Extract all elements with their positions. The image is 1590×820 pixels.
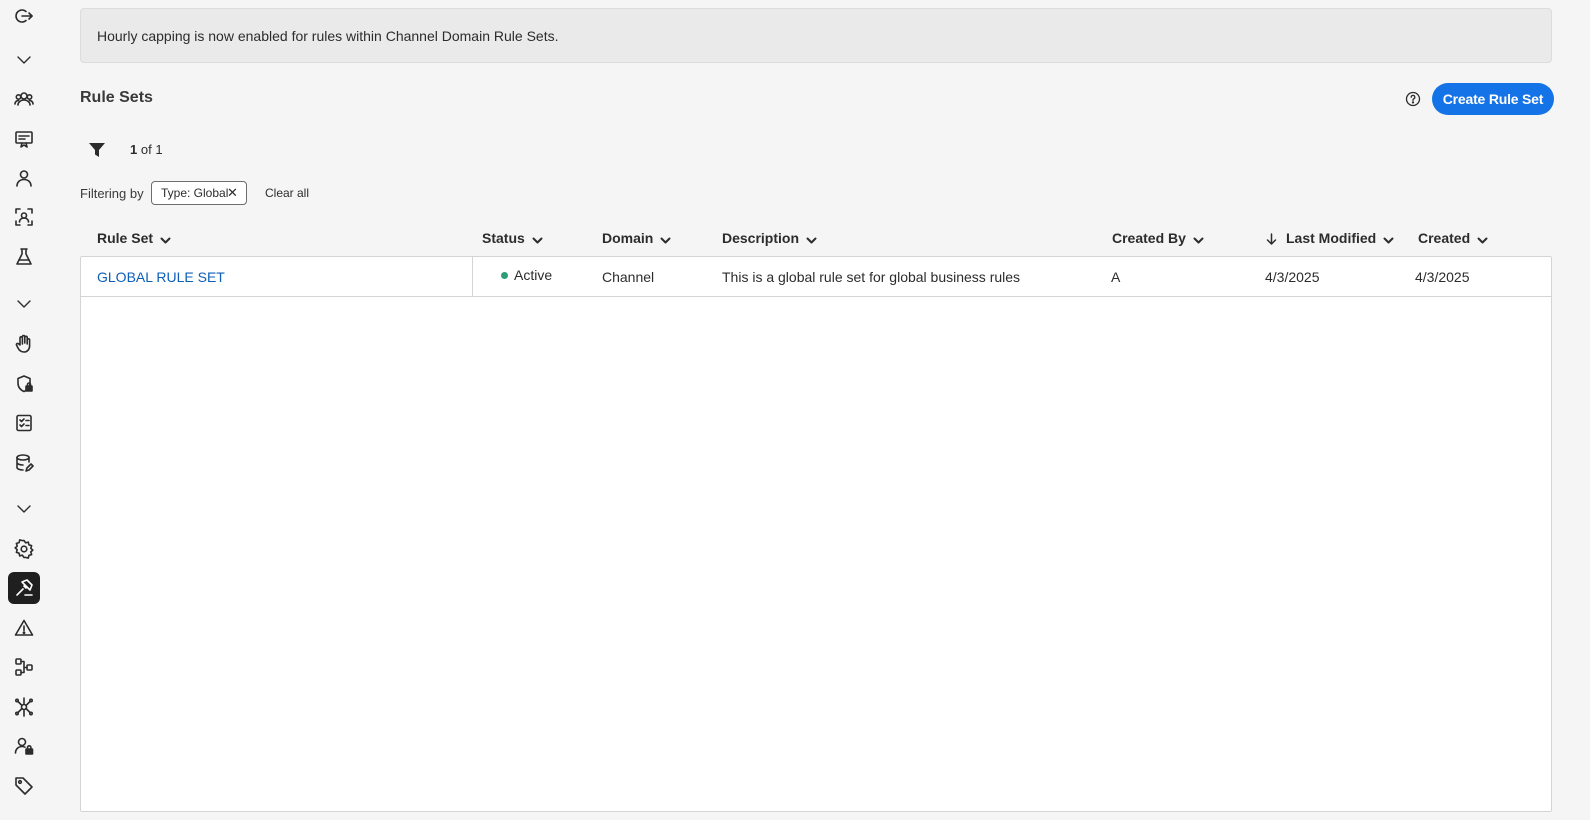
status-text: Active	[514, 267, 553, 283]
consent-icon[interactable]	[8, 328, 40, 360]
description-cell: This is a global rule set for global bus…	[722, 269, 1021, 285]
tags-icon[interactable]	[8, 770, 40, 802]
filter-chip-type-global[interactable]: Type: Global ✕	[151, 181, 247, 205]
audiences-icon[interactable]	[8, 83, 40, 115]
column-header-status[interactable]: Status	[482, 230, 543, 246]
permissions-icon[interactable]	[8, 730, 40, 762]
status-dot	[501, 272, 508, 279]
chevron-down-icon[interactable]	[8, 288, 40, 320]
workflows-icon[interactable]	[8, 651, 40, 683]
column-label: Status	[482, 230, 525, 246]
segments-icon[interactable]	[8, 201, 40, 233]
chevron-down-icon[interactable]	[806, 233, 817, 244]
column-label: Created	[1418, 230, 1471, 246]
chevron-down-icon[interactable]	[1193, 233, 1204, 244]
column-label: Last Modified	[1286, 230, 1377, 246]
column-header-created[interactable]: Created	[1418, 230, 1488, 246]
data-icon[interactable]	[8, 447, 40, 479]
column-header-rule-set[interactable]: Rule Set	[97, 230, 171, 246]
column-label: Rule Set	[97, 230, 154, 246]
last-modified-cell: 4/3/2025	[1265, 269, 1320, 285]
settings-icon[interactable]	[8, 533, 40, 565]
remove-filter-icon[interactable]: ✕	[227, 186, 239, 200]
content-icon[interactable]	[8, 123, 40, 155]
integrations-icon[interactable]	[8, 691, 40, 723]
result-count-total: of 1	[140, 142, 163, 157]
chevron-down-icon[interactable]	[160, 233, 171, 244]
table-header: Rule Set Status Domain Description Creat…	[80, 220, 1552, 256]
filter-chip-label: Type: Global	[161, 186, 229, 200]
experiments-icon[interactable]	[8, 241, 40, 273]
column-header-last-modified[interactable]: Last Modified	[1266, 230, 1394, 246]
chevron-down-icon[interactable]	[1477, 233, 1488, 244]
column-divider	[472, 257, 473, 297]
alerts-icon[interactable]	[8, 612, 40, 644]
created-by-cell: A	[1111, 269, 1121, 285]
rule-sets-table: GLOBAL RULE SET Active Channel This is a…	[80, 256, 1552, 812]
business-rules-icon[interactable]	[8, 572, 40, 604]
left-nav-rail	[0, 0, 48, 820]
column-header-domain[interactable]: Domain	[602, 230, 671, 246]
column-label: Description	[722, 230, 800, 246]
chevron-down-icon[interactable]	[8, 44, 40, 76]
clear-all-button[interactable]: Clear all	[265, 186, 309, 200]
info-banner: Hourly capping is now enabled for rules …	[80, 8, 1552, 63]
column-header-created-by[interactable]: Created By	[1112, 230, 1204, 246]
chevron-down-icon[interactable]	[1383, 233, 1394, 244]
rule-set-name-link[interactable]: GLOBAL RULE SET	[97, 269, 225, 285]
result-count-current: 1	[130, 142, 138, 157]
sort-descending-icon	[1266, 232, 1278, 245]
domain-cell: Channel	[602, 269, 655, 285]
chevron-down-icon[interactable]	[532, 233, 543, 244]
filter-icon[interactable]	[88, 141, 108, 161]
logout-icon[interactable]	[8, 0, 40, 32]
result-count: 1 of 1	[130, 142, 163, 157]
filtering-by-label: Filtering by	[80, 186, 144, 201]
column-label: Created By	[1112, 230, 1186, 246]
create-rule-set-button[interactable]: Create Rule Set	[1432, 83, 1554, 115]
column-label: Domain	[602, 230, 654, 246]
privacy-icon[interactable]	[8, 368, 40, 400]
page-title: Rule Sets	[80, 89, 153, 106]
help-icon[interactable]	[1404, 90, 1422, 108]
column-header-description[interactable]: Description	[722, 230, 817, 246]
checklist-icon[interactable]	[8, 407, 40, 439]
profile-icon[interactable]	[8, 162, 40, 194]
created-cell: 4/3/2025	[1415, 269, 1470, 285]
banner-text: Hourly capping is now enabled for rules …	[97, 27, 559, 44]
chevron-down-icon[interactable]	[8, 493, 40, 525]
chevron-down-icon[interactable]	[660, 233, 671, 244]
table-row[interactable]: GLOBAL RULE SET Active Channel This is a…	[81, 257, 1551, 297]
